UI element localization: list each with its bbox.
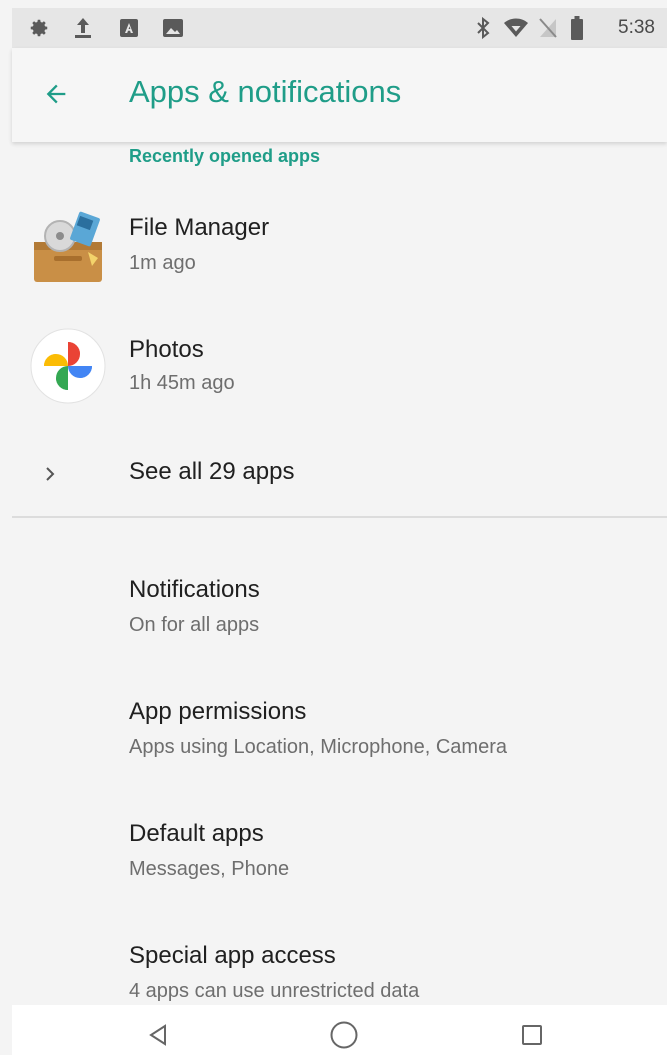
setting-notifications[interactable]: Notifications On for all apps	[12, 550, 667, 660]
gear-icon	[26, 8, 52, 48]
section-header-recent-apps: Recently opened apps	[129, 146, 321, 166]
arrow-left-icon	[46, 84, 66, 104]
page-title: Apps & notifications	[129, 74, 402, 109]
setting-subtitle: Messages, Phone	[129, 858, 290, 880]
upload-icon	[70, 8, 96, 48]
clock-time: 5:38	[618, 17, 655, 38]
setting-subtitle: On for all apps	[129, 614, 260, 636]
nav-recents-button[interactable]	[512, 1015, 552, 1055]
back-triangle-icon	[149, 1024, 166, 1046]
screen: 5:38 Apps & notifications Recently opene…	[0, 0, 667, 1055]
navigation-bar	[12, 1005, 667, 1055]
app-bar: Apps & notifications	[12, 48, 667, 142]
app-a-icon	[116, 8, 142, 48]
nav-back-button[interactable]	[138, 1015, 178, 1055]
app-name: Photos	[129, 336, 204, 363]
see-all-apps-label: See all 29 apps	[129, 458, 295, 485]
file-manager-icon	[30, 208, 106, 284]
photos-icon	[30, 328, 106, 404]
setting-special-app-access[interactable]: Special app access 4 apps can use unrest…	[12, 916, 667, 1005]
settings-list[interactable]: Recently opened apps File Manager 1m ago	[12, 142, 667, 1005]
app-name: File Manager	[129, 214, 270, 241]
app-last-opened: 1h 45m ago	[129, 372, 235, 394]
bluetooth-icon	[472, 8, 494, 48]
section-divider	[12, 516, 667, 518]
app-last-opened: 1m ago	[129, 252, 196, 274]
back-button[interactable]	[34, 72, 78, 116]
nav-home-button[interactable]	[324, 1015, 364, 1055]
image-icon	[160, 8, 186, 48]
wifi-icon	[502, 8, 530, 48]
see-all-apps-button[interactable]: See all 29 apps	[12, 436, 667, 512]
chevron-right-icon	[38, 462, 62, 486]
setting-subtitle: 4 apps can use unrestricted data	[129, 980, 420, 1002]
setting-title: Default apps	[129, 820, 264, 847]
recents-square-icon	[522, 1025, 542, 1045]
home-circle-icon	[330, 1021, 358, 1049]
setting-default-apps[interactable]: Default apps Messages, Phone	[12, 794, 667, 904]
setting-title: App permissions	[129, 698, 307, 725]
setting-title: Notifications	[129, 576, 260, 603]
battery-icon	[567, 8, 587, 48]
recent-app-photos[interactable]: Photos 1h 45m ago	[12, 314, 667, 434]
status-bar: 5:38	[12, 8, 667, 48]
setting-app-permissions[interactable]: App permissions Apps using Location, Mic…	[12, 672, 667, 782]
setting-title: Special app access	[129, 942, 336, 969]
recent-app-file-manager[interactable]: File Manager 1m ago	[12, 192, 667, 312]
setting-subtitle: Apps using Location, Microphone, Camera	[129, 736, 507, 758]
no-sim-icon	[536, 8, 560, 48]
